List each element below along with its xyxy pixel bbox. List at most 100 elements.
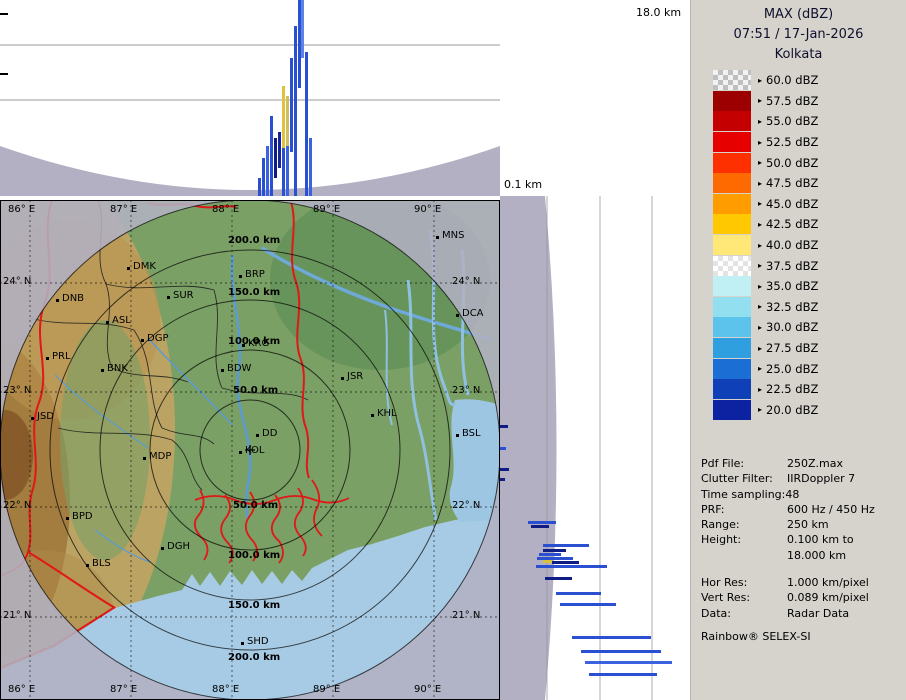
legend-label: 42.5 dBZ (766, 217, 818, 231)
metadata-label: Range: (701, 518, 740, 531)
metadata-row: Vert Res:0.089 km/pixel (701, 591, 902, 606)
city-dot (456, 434, 459, 437)
legend-label: 50.0 dBZ (766, 156, 818, 170)
city-label: BPD (72, 511, 93, 522)
range-ring-label: 150.0 km (228, 287, 280, 298)
legend-swatch (713, 400, 751, 420)
legend-label: 27.5 dBZ (766, 341, 818, 355)
legend-marker-icon: ▸ (758, 76, 762, 85)
legend-label: 47.5 dBZ (766, 176, 818, 190)
city-dot (31, 417, 34, 420)
city-label: JSR (347, 371, 363, 382)
min-height-label: 0.1 km (504, 178, 542, 191)
echo-bar (560, 603, 616, 606)
legend-label: 30.0 dBZ (766, 320, 818, 334)
metadata-value: 0.100 km to (787, 533, 854, 546)
city-label: DD (262, 428, 277, 439)
metadata-label: Pdf File: (701, 457, 744, 470)
echo-bar (536, 565, 607, 568)
legend-swatch (713, 70, 751, 90)
legend-swatch (713, 317, 751, 337)
legend-marker-icon: ▸ (758, 179, 762, 188)
legend-marker-icon: ▸ (758, 344, 762, 353)
city-dot (101, 369, 104, 372)
city-dot (167, 296, 170, 299)
city-label: MNS (442, 230, 464, 241)
legend-label: 57.5 dBZ (766, 94, 818, 108)
product-title: MAX (dBZ) (691, 0, 906, 25)
legend-label: 55.0 dBZ (766, 114, 818, 128)
city-label: DGP (147, 333, 168, 344)
metadata-value: 18.000 km (787, 549, 846, 562)
metadata-value: 600 Hz / 450 Hz (787, 503, 875, 516)
echo-bar (305, 52, 308, 196)
range-ring-label: 50.0 km (233, 385, 278, 396)
echo-bar (266, 146, 269, 196)
legend-marker-icon: ▸ (758, 117, 762, 126)
legend-swatch (713, 173, 751, 193)
legend-entry: ▸ 57.5 dBZ (713, 91, 902, 112)
product-metadata: Pdf File: 250Z.max Clutter Filter:IIRDoppl… (701, 457, 902, 645)
city-dot (256, 434, 259, 437)
echo-bar (294, 26, 297, 196)
echo-bar (274, 138, 277, 178)
grid-label: 88° E (212, 204, 239, 215)
legend-entry: ▸25.0 dBZ (713, 358, 902, 379)
legend-entry: ▸52.5 dBZ (713, 132, 902, 153)
city-dot (127, 267, 130, 270)
city-label: SHD (247, 636, 269, 647)
metadata-value: 1.000 km/pixel (787, 576, 869, 589)
legend-swatch (713, 379, 751, 399)
legend-marker-icon: ▸ (758, 405, 762, 414)
city-label: BDW (227, 363, 251, 374)
product-datetime: 07:51 / 17-Jan-2026 (691, 25, 906, 45)
grid-label: 24° N (452, 276, 480, 287)
grid-label: 23° N (3, 385, 31, 396)
city-label: ASL (112, 315, 131, 326)
city-dot (143, 457, 146, 460)
echo-bar (282, 86, 285, 148)
echo-bar (262, 158, 265, 196)
grid-label: 86° E (8, 684, 35, 695)
legend-swatch (713, 256, 751, 276)
legend-marker-icon: ▸ (758, 261, 762, 270)
legend-entry: ▸30.0 dBZ (713, 317, 902, 338)
metadata-label: Vert Res: (701, 591, 750, 604)
vertical-profile-top-panel (0, 0, 500, 196)
city-label: BSL (462, 428, 481, 439)
metadata-row: Clutter Filter:IIRDoppler 7 (701, 472, 902, 487)
city-dot (141, 339, 144, 342)
map-label-layer: MNSDMKBRPSURDNBASLDGPKRGDCAPRLBNKBDWJSRK… (0, 200, 500, 700)
legend-entry: ▸20.0 dBZ (713, 400, 902, 421)
grid-label: 22° N (452, 500, 480, 511)
legend-marker-icon: ▸ (758, 220, 762, 229)
echo-bar (589, 673, 657, 676)
metadata-value: 250Z.max (787, 457, 843, 470)
legend-marker-icon: ▸ (758, 96, 762, 105)
city-dot (456, 314, 459, 317)
metadata-label: Height: (701, 533, 741, 546)
metadata-row: Time sampling:48 (701, 488, 902, 503)
legend-label: 60.0 dBZ (766, 73, 818, 87)
echo-bar (500, 468, 509, 471)
city-dot (341, 377, 344, 380)
grid-label: 22° N (3, 500, 31, 511)
metadata-label: Time sampling:48 (701, 488, 799, 501)
echo-bar (585, 661, 672, 664)
echo-bar (286, 146, 289, 196)
echo-bar (290, 58, 293, 152)
city-label: DCA (462, 308, 484, 319)
legend-marker-icon: ▸ (758, 241, 762, 250)
legend-marker-icon: ▸ (758, 385, 762, 394)
metadata-row: Height: 0.100 km to (701, 533, 902, 548)
city-label: MDP (149, 451, 171, 462)
legend-panel: MAX (dBZ) 07:51 / 17-Jan-2026 Kolkata ▸6… (690, 0, 906, 700)
city-label: DGH (167, 541, 190, 552)
echo-bar (278, 132, 281, 168)
metadata-value: IIRDoppler 7 (787, 472, 855, 485)
vertical-profile-right-panel (500, 196, 690, 700)
metadata-row: Hor Res:1.000 km/pixel (701, 576, 902, 591)
legend-entry: ▸40.0 dBZ (713, 235, 902, 256)
metadata-row: Rainbow® SELEX-SI (701, 630, 902, 645)
legend-entry: ▸45.0 dBZ (713, 194, 902, 215)
